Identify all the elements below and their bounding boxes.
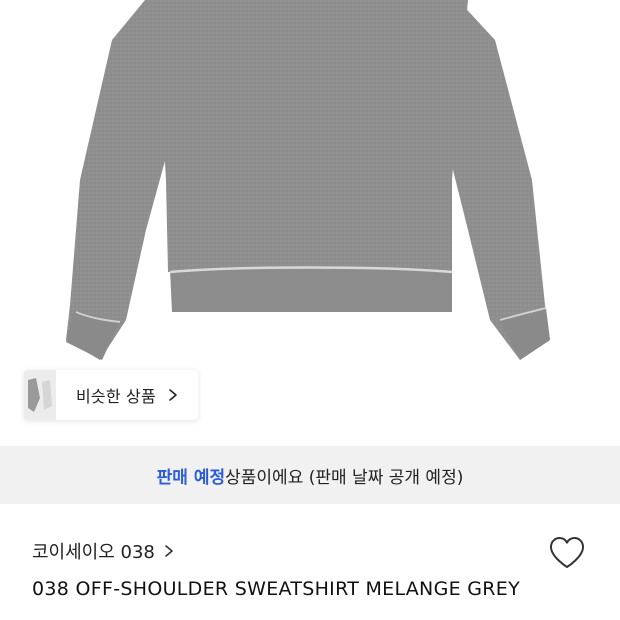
- brand-link[interactable]: 코이세이오 038: [32, 538, 175, 564]
- similar-products-button[interactable]: 비슷한 상품: [24, 370, 198, 420]
- chevron-right-icon: [169, 389, 177, 401]
- notice-highlight: 판매 예정: [156, 467, 226, 488]
- chevron-right-icon: [165, 545, 173, 557]
- product-title: 038 OFF-SHOULDER SWEATSHIRT MELANGE GREY: [32, 578, 520, 600]
- like-button[interactable]: [547, 533, 587, 573]
- product-image[interactable]: 비슷한 상품: [0, 0, 620, 446]
- similar-products-label: 비슷한 상품: [76, 387, 156, 406]
- heart-outline-icon: [550, 537, 584, 568]
- brand-name: 코이세이오 038: [32, 542, 155, 563]
- similar-product-thumbnail: [24, 370, 56, 420]
- sale-schedule-notice: 판매 예정 상품이에요 (판매 날짜 공개 예정): [0, 446, 620, 504]
- notice-text: 상품이에요 (판매 날짜 공개 예정): [225, 467, 464, 488]
